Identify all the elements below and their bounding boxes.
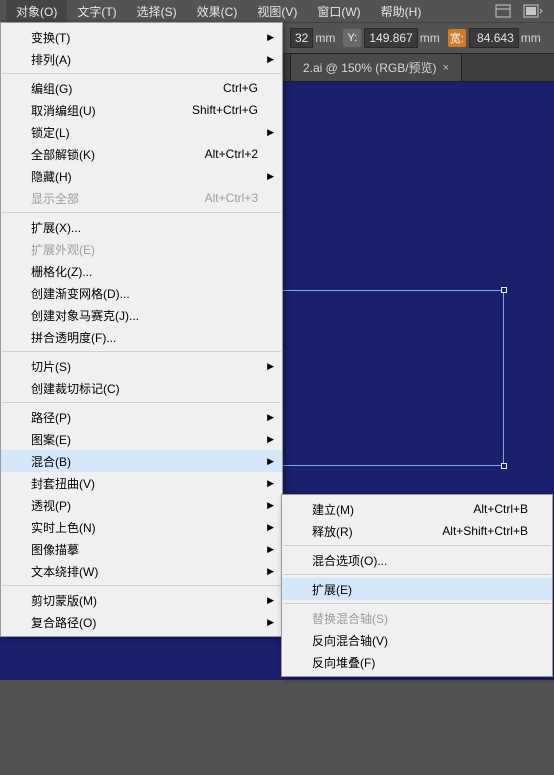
separator xyxy=(283,574,551,575)
width-label: 宽: xyxy=(448,29,466,47)
separator xyxy=(2,351,281,352)
menu-bar: 对象(O) 文字(T) 选择(S) 效果(C) 视图(V) 窗口(W) 帮助(H… xyxy=(0,0,554,22)
mi-text-wrap[interactable]: 文本绕排(W)▶ xyxy=(1,560,282,582)
separator xyxy=(283,603,551,604)
submenu-arrow-icon: ▶ xyxy=(267,434,274,445)
mi-group[interactable]: 编组(G)Ctrl+G xyxy=(1,77,282,99)
toolbar-icon-1[interactable] xyxy=(492,2,514,20)
mi-image-trace[interactable]: 图像描摹▶ xyxy=(1,538,282,560)
submenu-arrow-icon: ▶ xyxy=(267,32,274,43)
mi-live-paint[interactable]: 实时上色(N)▶ xyxy=(1,516,282,538)
mi-expand-appearance: 扩展外观(E) xyxy=(1,238,282,260)
tab-title: 2.ai @ 150% (RGB/预览) xyxy=(303,59,437,76)
toolbar-icon-2[interactable] xyxy=(522,2,544,20)
mi-show-all: 显示全部Alt+Ctrl+3 xyxy=(1,187,282,209)
menu-object[interactable]: 对象(O) xyxy=(6,0,67,23)
mi-slice[interactable]: 切片(S)▶ xyxy=(1,355,282,377)
submenu-arrow-icon: ▶ xyxy=(267,54,274,65)
mi-gradient-mesh[interactable]: 创建渐变网格(D)... xyxy=(1,282,282,304)
mi-envelope[interactable]: 封套扭曲(V)▶ xyxy=(1,472,282,494)
submenu-arrow-icon: ▶ xyxy=(267,522,274,533)
x-value-fragment: 32 xyxy=(290,28,313,48)
smi-replace-spine: 替换混合轴(S) xyxy=(282,607,552,629)
submenu-arrow-icon: ▶ xyxy=(267,595,274,606)
mi-crop-marks[interactable]: 创建裁切标记(C) xyxy=(1,377,282,399)
menu-help[interactable]: 帮助(H) xyxy=(371,0,432,23)
mi-pattern[interactable]: 图案(E)▶ xyxy=(1,428,282,450)
mi-mosaic[interactable]: 创建对象马赛克(J)... xyxy=(1,304,282,326)
y-label: Y: xyxy=(343,29,361,47)
mi-hide[interactable]: 隐藏(H)▶ xyxy=(1,165,282,187)
submenu-arrow-icon: ▶ xyxy=(267,544,274,555)
separator xyxy=(283,545,551,546)
mi-blend[interactable]: 混合(B)▶ xyxy=(1,450,282,472)
smi-make[interactable]: 建立(M)Alt+Ctrl+B xyxy=(282,498,552,520)
submenu-arrow-icon: ▶ xyxy=(267,127,274,138)
submenu-arrow-icon: ▶ xyxy=(267,456,274,467)
smi-expand[interactable]: 扩展(E) xyxy=(282,578,552,600)
smi-release[interactable]: 释放(R)Alt+Shift+Ctrl+B xyxy=(282,520,552,542)
mi-arrange[interactable]: 排列(A)▶ xyxy=(1,48,282,70)
handle-tr[interactable] xyxy=(501,287,507,293)
mi-transform[interactable]: 变换(T)▶ xyxy=(1,26,282,48)
smi-blend-options[interactable]: 混合选项(O)... xyxy=(282,549,552,571)
mi-path[interactable]: 路径(P)▶ xyxy=(1,406,282,428)
submenu-arrow-icon: ▶ xyxy=(267,566,274,577)
menu-view[interactable]: 视图(V) xyxy=(247,0,307,23)
document-tab[interactable]: 2.ai @ 150% (RGB/预览) × xyxy=(290,53,462,81)
mi-flatten[interactable]: 拼合透明度(F)... xyxy=(1,326,282,348)
mi-ungroup[interactable]: 取消编组(U)Shift+Ctrl+G xyxy=(1,99,282,121)
blend-submenu: 建立(M)Alt+Ctrl+B 释放(R)Alt+Shift+Ctrl+B 混合… xyxy=(281,494,553,677)
menu-select[interactable]: 选择(S) xyxy=(127,0,187,23)
submenu-arrow-icon: ▶ xyxy=(267,361,274,372)
handle-br[interactable] xyxy=(501,463,507,469)
width-input[interactable]: 84.643 xyxy=(469,28,519,48)
mi-expand[interactable]: 扩展(X)... xyxy=(1,216,282,238)
mi-clipping-mask[interactable]: 剪切蒙版(M)▶ xyxy=(1,589,282,611)
mi-rasterize[interactable]: 栅格化(Z)... xyxy=(1,260,282,282)
mi-lock[interactable]: 锁定(L)▶ xyxy=(1,121,282,143)
close-icon[interactable]: × xyxy=(443,62,449,74)
separator xyxy=(2,73,281,74)
submenu-arrow-icon: ▶ xyxy=(267,617,274,628)
separator xyxy=(2,402,281,403)
unit-mm: mm xyxy=(420,31,440,45)
mi-unlock-all[interactable]: 全部解锁(K)Alt+Ctrl+2 xyxy=(1,143,282,165)
separator xyxy=(2,212,281,213)
y-input[interactable]: 149.867 xyxy=(364,28,417,48)
mi-compound-path[interactable]: 复合路径(O)▶ xyxy=(1,611,282,633)
object-menu-dropdown: 变换(T)▶ 排列(A)▶ 编组(G)Ctrl+G 取消编组(U)Shift+C… xyxy=(0,22,283,637)
submenu-arrow-icon: ▶ xyxy=(267,412,274,423)
submenu-arrow-icon: ▶ xyxy=(267,478,274,489)
unit-mm: mm xyxy=(315,31,335,45)
menu-text[interactable]: 文字(T) xyxy=(67,0,126,23)
separator xyxy=(2,585,281,586)
menu-effect[interactable]: 效果(C) xyxy=(187,0,248,23)
unit-mm: mm xyxy=(521,31,541,45)
menu-window[interactable]: 窗口(W) xyxy=(307,0,370,23)
submenu-arrow-icon: ▶ xyxy=(267,171,274,182)
submenu-arrow-icon: ▶ xyxy=(267,500,274,511)
smi-reverse-front[interactable]: 反向堆叠(F) xyxy=(282,651,552,673)
smi-reverse-spine[interactable]: 反向混合轴(V) xyxy=(282,629,552,651)
mi-perspective[interactable]: 透视(P)▶ xyxy=(1,494,282,516)
